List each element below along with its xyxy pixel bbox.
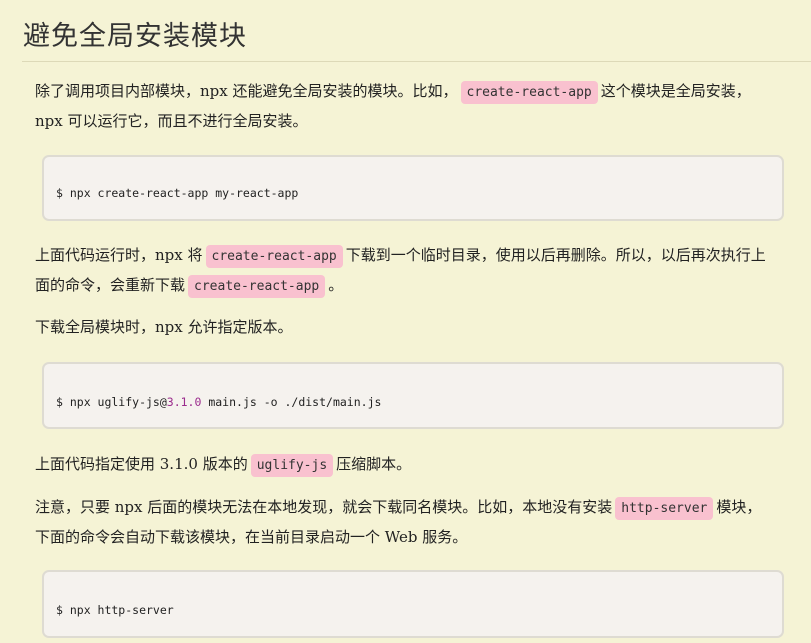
paragraph-intro: 除了调用项目内部模块，npx 还能避免全局安装的模块。比如， create-rea… xyxy=(35,77,795,135)
paragraph-explain: 上面代码运行时，npx 将 create-react-app 下载到一个临时目录，使… xyxy=(35,241,795,301)
code-text: $ npx uglify-js@ xyxy=(56,395,167,409)
text: 下载到一个临时目录，使用以后再删除。所以，以后再次执行上 xyxy=(345,246,766,264)
code-text: main.js -o ./dist/main.js xyxy=(201,395,382,409)
inline-code: create-react-app xyxy=(460,81,598,104)
text: 面的命令，会重新下载 xyxy=(35,276,186,294)
heading-divider xyxy=(22,61,811,62)
code-number: 3.1.0 xyxy=(166,395,202,409)
text: 上面代码指定使用 3.1.0 版本的 xyxy=(35,455,248,473)
inline-code: http-server xyxy=(615,497,714,520)
text: 上面代码运行时，npx 将 xyxy=(35,246,203,264)
inline-code: create-react-app xyxy=(205,245,343,268)
inline-code: create-react-app xyxy=(188,275,326,298)
inline-code: uglify-js xyxy=(250,454,334,477)
text: 注意，只要 npx 后面的模块无法在本地发现，就会下载同名模块。比如，本地没有安… xyxy=(35,498,613,516)
section-heading: 避免全局安装模块 xyxy=(23,21,247,52)
code-block: $ npx create-react-app my-react-app xyxy=(42,155,784,221)
paragraph-note: 注意，只要 npx 后面的模块无法在本地发现，就会下载同名模块。比如，本地没有安… xyxy=(35,493,795,551)
text: 除了调用项目内部模块，npx 还能避免全局安装的模块。比如， xyxy=(35,82,458,100)
text: npx 可以运行它，而且不进行全局安装。 xyxy=(35,112,308,130)
text: 。 xyxy=(328,276,344,294)
text: 压缩脚本。 xyxy=(336,455,412,473)
text: 模块， xyxy=(716,498,762,516)
text: 这个模块是全局安装， xyxy=(600,82,751,100)
code-line: $ npx create-react-app my-react-app xyxy=(56,186,299,200)
code-block: $ npx uglify-js@3.1.0 main.js -o ./dist/… xyxy=(42,362,784,429)
code-line: $ npx uglify-js@3.1.0 main.js -o ./dist/… xyxy=(56,395,381,409)
paragraph-version: 下载全局模块时，npx 允许指定版本。 xyxy=(35,318,293,336)
text: 下面的命令会自动下载该模块，在当前目录启动一个 Web 服务。 xyxy=(35,528,468,546)
article: 避免全局安装模块 除了调用项目内部模块，npx 还能避免全局安装的模块。比如， c… xyxy=(0,0,811,643)
paragraph-uglify: 上面代码指定使用 3.1.0 版本的 uglify-js 压缩脚本。 xyxy=(35,450,795,480)
code-line: $ npx http-server xyxy=(56,603,174,617)
code-block: $ npx http-server xyxy=(42,570,784,638)
